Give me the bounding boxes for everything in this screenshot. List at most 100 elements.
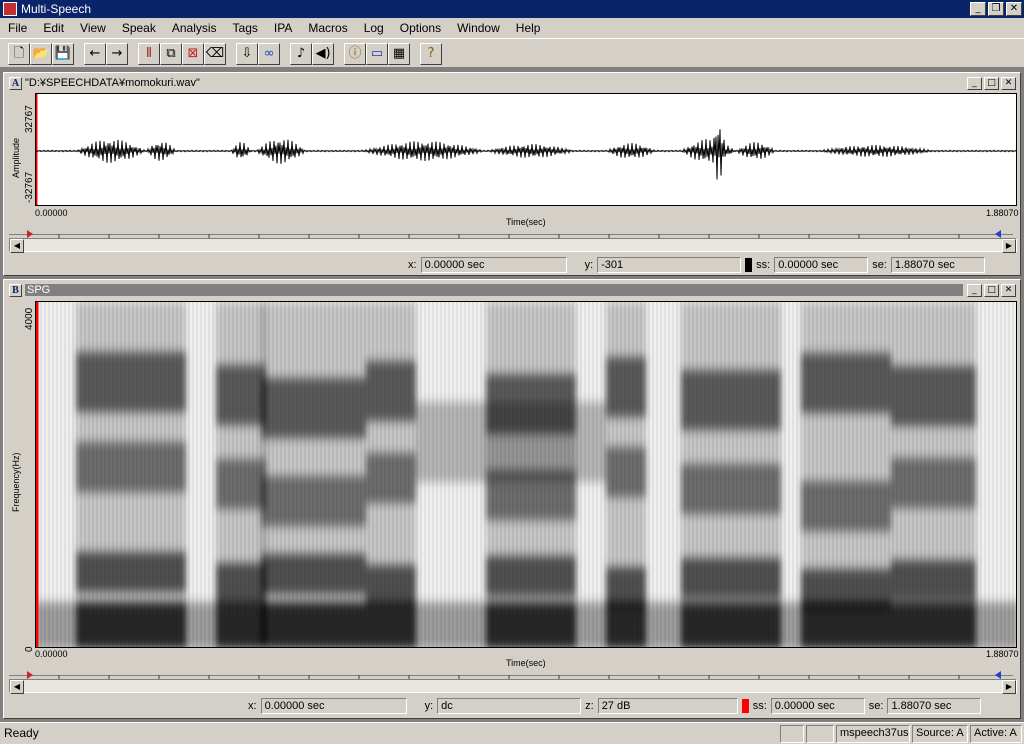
waveform-svg (36, 94, 1016, 205)
status-text: Ready (4, 726, 39, 740)
app-logo-icon (3, 2, 17, 16)
new-file-icon[interactable]: 🗋 (8, 43, 30, 65)
waveform-infobar: x: 0.00000 sec y: -301 ss: 0.00000 sec s… (404, 256, 1020, 274)
forward-arrow-icon[interactable]: → (106, 43, 128, 65)
window-maximize-button[interactable]: □ (984, 76, 999, 90)
waveform-trace (36, 129, 1016, 180)
toolbar: 🗋 📂 💾 ← → ⦀ ⧉ ⊠ ⌫ ⇩ ∞ ♪ ◀) ⓘ ▭ ▦ ? (0, 38, 1024, 68)
color-swatch (745, 258, 753, 272)
ss-readout-label: ss: (752, 700, 767, 712)
spectrogram-window-caption: B SPG _ □ ✕ (6, 282, 1018, 298)
se-readout-label: se: (868, 700, 884, 712)
x-tick-start: 0.00000 (35, 649, 68, 659)
horizontal-scrollbar[interactable]: ◀ ▶ (9, 238, 1017, 253)
status-indicator-2 (806, 725, 834, 743)
info-icon[interactable]: ⓘ (344, 43, 366, 65)
copy-icon[interactable]: ⧉ (160, 43, 182, 65)
se-readout-label: se: (872, 259, 887, 271)
restore-button[interactable]: ❐ (988, 2, 1004, 16)
time-ruler[interactable] (9, 227, 1013, 238)
menu-macros[interactable]: Macros (300, 21, 355, 35)
app-title: Multi-Speech (21, 2, 92, 16)
x-readout: 0.00000 sec (420, 257, 567, 273)
menu-options[interactable]: Options (392, 21, 449, 35)
menubar: File Edit View Speak Analysis Tags IPA M… (0, 18, 1024, 38)
menu-edit[interactable]: Edit (35, 21, 72, 35)
spectrogram-infobar: x: 0.00000 sec y: dc z: 27 dB ss: 0.0000… (244, 697, 1020, 715)
ss-readout: 0.00000 sec (770, 698, 865, 714)
waveform-window-title: "D:¥SPEECHDATA¥momokuri.wav" (25, 77, 200, 89)
delete-icon[interactable]: ⊠ (182, 43, 204, 65)
window-close-button[interactable]: ✕ (1001, 283, 1016, 297)
scroll-left-button[interactable]: ◀ (10, 680, 24, 694)
y-tick-bottom: 0 (24, 646, 35, 652)
window-minimize-button[interactable]: _ (967, 283, 982, 297)
menu-help[interactable]: Help (508, 21, 549, 35)
menu-ipa[interactable]: IPA (266, 21, 300, 35)
x-tick-end: 1.88070 (986, 649, 1019, 659)
status-user: mspeech37use (836, 725, 910, 743)
menu-tags[interactable]: Tags (225, 21, 266, 35)
z-readout-label: z: (585, 700, 594, 712)
scroll-left-button[interactable]: ◀ (10, 239, 24, 253)
status-active: Active: A (970, 725, 1022, 743)
x-axis-label: Time(sec) (506, 217, 546, 227)
y-axis-label: Frequency(Hz) (11, 452, 21, 512)
speaker-icon[interactable]: ◀) (312, 43, 334, 65)
z-readout: 27 dB (597, 698, 738, 714)
x-tick-start: 0.00000 (35, 208, 68, 218)
y-tick-top: 32767 (24, 105, 35, 133)
x-readout-label: x: (408, 259, 417, 271)
y-readout: dc (437, 698, 582, 714)
scroll-right-button[interactable]: ▶ (1002, 680, 1016, 694)
ss-readout-label: ss: (756, 259, 771, 271)
se-readout: 1.88070 sec (890, 257, 985, 273)
save-icon[interactable]: 💾 (52, 43, 74, 65)
menu-view[interactable]: View (72, 21, 114, 35)
open-folder-icon[interactable]: 📂 (30, 43, 52, 65)
menu-file[interactable]: File (0, 21, 35, 35)
statusbar: Ready mspeech37use Source: A Active: A (0, 722, 1024, 744)
x-readout-label: x: (248, 700, 257, 712)
window-letter: A (9, 76, 22, 90)
x-tick-end: 1.88070 (986, 208, 1019, 218)
bars-icon[interactable]: ⦀ (138, 43, 160, 65)
back-arrow-icon[interactable]: ← (84, 43, 106, 65)
time-ruler[interactable] (9, 668, 1013, 679)
ss-readout: 0.00000 sec (774, 257, 869, 273)
y-readout: -301 (597, 257, 742, 273)
menu-window[interactable]: Window (449, 21, 508, 35)
spectrogram-svg (36, 302, 1016, 647)
close-button[interactable]: ✕ (1006, 2, 1022, 16)
window-maximize-button[interactable]: □ (984, 283, 999, 297)
y-tick-bottom: -32767 (24, 171, 35, 203)
window-minimize-button[interactable]: _ (967, 76, 982, 90)
eraser-icon[interactable]: ⌫ (204, 43, 226, 65)
link-icon[interactable]: ∞ (258, 43, 280, 65)
help-icon[interactable]: ? (420, 43, 442, 65)
download-icon[interactable]: ⇩ (236, 43, 258, 65)
spectrogram-plot[interactable] (35, 301, 1017, 648)
scroll-right-button[interactable]: ▶ (1002, 239, 1016, 253)
x-readout: 0.00000 sec (260, 698, 407, 714)
microphone-icon[interactable]: ♪ (290, 43, 312, 65)
color-swatch (741, 699, 749, 713)
se-readout: 1.88070 sec (887, 698, 982, 714)
window-letter: B (9, 283, 22, 297)
menu-log[interactable]: Log (356, 21, 392, 35)
status-source: Source: A (912, 725, 968, 743)
horizontal-scrollbar[interactable]: ◀ ▶ (9, 679, 1017, 694)
window-icon[interactable]: ▭ (366, 43, 388, 65)
waveform-window-caption: A "D:¥SPEECHDATA¥momokuri.wav" _ □ ✕ (6, 75, 1018, 91)
y-tick-top: 4000 (24, 307, 35, 330)
menu-speak[interactable]: Speak (114, 21, 164, 35)
window-close-button[interactable]: ✕ (1001, 76, 1016, 90)
waveform-window: A "D:¥SPEECHDATA¥momokuri.wav" _ □ ✕ Amp… (3, 72, 1021, 276)
minimize-button[interactable]: _ (970, 2, 986, 16)
x-axis-label: Time(sec) (506, 658, 546, 668)
menu-analysis[interactable]: Analysis (164, 21, 225, 35)
waveform-plot[interactable] (35, 93, 1017, 206)
y-readout-label: y: (584, 259, 594, 271)
grid-icon[interactable]: ▦ (388, 43, 410, 65)
y-readout-label: y: (424, 700, 434, 712)
